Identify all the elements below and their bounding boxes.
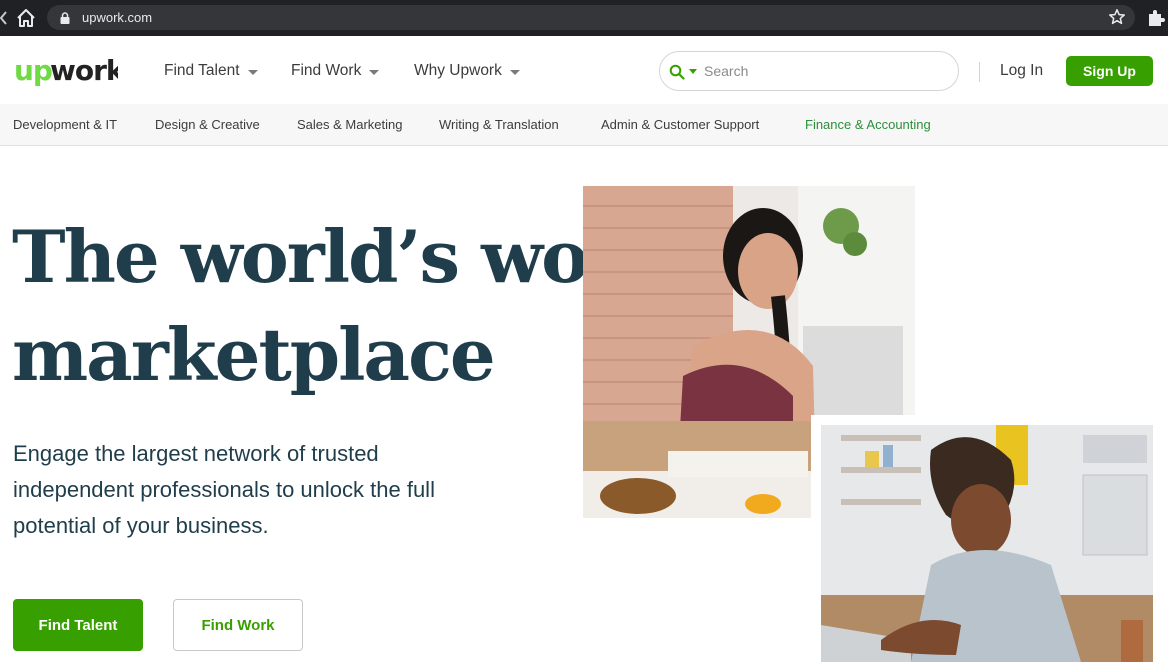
find-talent-button[interactable]: Find Talent: [13, 599, 143, 651]
extensions-puzzle-icon[interactable]: [1146, 8, 1166, 28]
url-text: upwork.com: [82, 10, 153, 25]
nav-find-talent[interactable]: Find Talent: [164, 62, 258, 80]
category-writing-translation[interactable]: Writing & Translation: [439, 117, 559, 132]
hero-title-line2: marketplace: [12, 312, 496, 397]
category-development-it[interactable]: Development & IT: [13, 117, 117, 132]
nav-find-work[interactable]: Find Work: [291, 62, 380, 80]
search-input[interactable]: [704, 60, 944, 82]
category-nav: Development & IT Design & Creative Sales…: [0, 104, 1168, 146]
category-sales-marketing[interactable]: Sales & Marketing: [297, 117, 403, 132]
chevron-down-icon: [509, 69, 520, 75]
svg-text:work: work: [50, 54, 118, 87]
back-icon[interactable]: [0, 8, 8, 28]
category-admin-customer-support[interactable]: Admin & Customer Support: [601, 117, 759, 132]
svg-text:up: up: [14, 54, 52, 87]
lock-icon: [60, 11, 70, 24]
search-box[interactable]: [659, 51, 959, 91]
hero-subtitle: Engage the largest network of trusted in…: [13, 441, 435, 538]
hero-title-line1: The world’s work: [12, 214, 673, 299]
nav-why-upwork-label: Why Upwork: [414, 62, 502, 79]
hero-title: The world’s work marketplace: [12, 208, 673, 404]
header-divider: [979, 62, 980, 82]
find-work-button[interactable]: Find Work: [173, 599, 303, 651]
signup-button[interactable]: Sign Up: [1066, 56, 1153, 86]
nav-why-upwork[interactable]: Why Upwork: [414, 62, 520, 80]
category-finance-accounting[interactable]: Finance & Accounting: [805, 117, 931, 132]
category-design-creative[interactable]: Design & Creative: [155, 117, 260, 132]
chevron-down-icon: [247, 69, 258, 75]
site-header: up work Find Talent Find Work Why Upwork…: [0, 36, 1168, 104]
chevron-down-icon: [369, 69, 380, 75]
upwork-logo[interactable]: up work: [14, 50, 127, 90]
login-link[interactable]: Log In: [1000, 62, 1043, 80]
browser-toolbar: upwork.com: [0, 0, 1168, 36]
home-icon[interactable]: [14, 7, 38, 29]
bookmark-star-icon[interactable]: [1108, 8, 1126, 26]
search-type-dropdown-icon[interactable]: [689, 69, 697, 74]
address-bar[interactable]: upwork.com: [47, 5, 1135, 30]
hero-photo-man: [821, 425, 1153, 662]
search-icon[interactable]: [669, 64, 685, 80]
nav-find-work-label: Find Work: [291, 62, 362, 79]
nav-find-talent-label: Find Talent: [164, 62, 240, 79]
